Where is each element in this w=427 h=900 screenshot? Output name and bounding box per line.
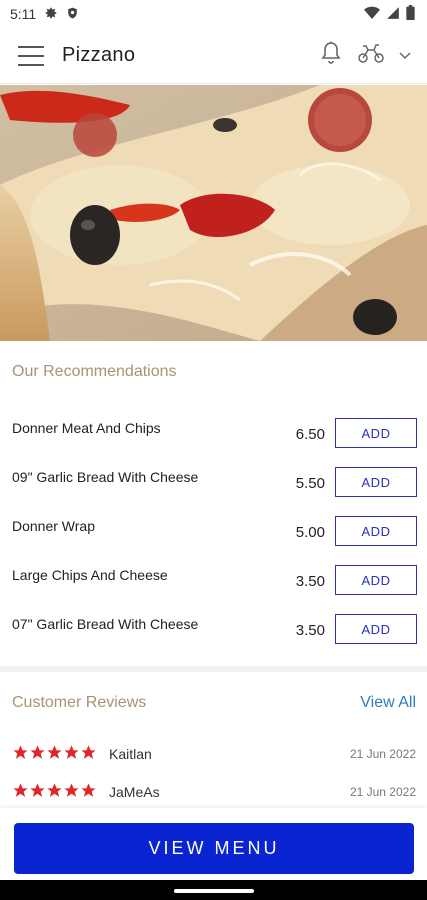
bell-icon[interactable]	[319, 40, 343, 71]
reviews-title: Customer Reviews	[12, 694, 147, 711]
list-item: Donner Wrap 5.00 ADD	[0, 510, 427, 554]
item-name: Donner Wrap	[12, 518, 96, 534]
status-bar: 5:11	[0, 0, 427, 28]
home-indicator[interactable]	[174, 889, 254, 893]
review-row: Kaitlan 21 Jun 2022	[0, 744, 427, 770]
view-all-link[interactable]: View All	[360, 694, 416, 712]
wifi-icon	[364, 6, 380, 23]
add-button[interactable]: ADD	[335, 516, 417, 546]
battery-icon	[406, 5, 415, 23]
app-title: Pizzano	[62, 44, 136, 66]
list-item: 07" Garlic Bread With Cheese 3.50 ADD	[0, 608, 427, 652]
menu-icon[interactable]	[18, 45, 44, 66]
list-item: Large Chips And Cheese 3.50 ADD	[0, 559, 427, 603]
item-price: 3.50	[295, 573, 325, 590]
item-name: 07" Garlic Bread With Cheese	[12, 616, 199, 632]
item-price: 5.50	[295, 475, 325, 492]
star-icon	[47, 783, 62, 797]
reviewer-name: JaMeAs	[109, 784, 160, 800]
signal-icon	[386, 6, 400, 23]
add-button[interactable]: ADD	[335, 467, 417, 497]
item-price: 6.50	[295, 426, 325, 443]
star-rating	[12, 782, 97, 799]
review-row: JaMeAs 21 Jun 2022	[0, 782, 427, 808]
item-price: 3.50	[295, 622, 325, 639]
star-rating	[12, 744, 97, 761]
status-time: 5:11	[10, 6, 37, 22]
view-menu-button[interactable]: VIEW MENU	[14, 823, 414, 874]
star-icon	[64, 783, 79, 797]
review-date: 21 Jun 2022	[349, 785, 416, 799]
gear-icon	[44, 6, 58, 23]
shield-icon	[66, 6, 79, 23]
bottom-bar: VIEW MENU	[0, 808, 427, 880]
star-icon	[64, 745, 79, 759]
star-icon	[81, 783, 96, 797]
star-icon	[81, 745, 96, 759]
add-button[interactable]: ADD	[335, 418, 417, 448]
review-date: 21 Jun 2022	[349, 747, 416, 761]
star-icon	[13, 745, 28, 759]
reviewer-name: Kaitlan	[109, 746, 152, 762]
item-name: 09" Garlic Bread With Cheese	[12, 469, 199, 485]
list-item: Donner Meat And Chips 6.50 ADD	[0, 412, 427, 456]
star-icon	[30, 745, 45, 759]
app-bar: Pizzano	[0, 28, 427, 84]
item-price: 5.00	[295, 524, 325, 541]
star-icon	[30, 783, 45, 797]
hero-pizza-image	[0, 85, 427, 341]
scooter-icon[interactable]	[357, 42, 385, 69]
reviews-section: Customer Reviews View All Kaitlan 21 Jun…	[0, 672, 427, 807]
add-button[interactable]: ADD	[335, 614, 417, 644]
item-name: Large Chips And Cheese	[12, 567, 168, 583]
recommendations-title: Our Recommendations	[12, 363, 177, 380]
chevron-down-icon[interactable]	[399, 47, 411, 65]
item-name: Donner Meat And Chips	[12, 420, 161, 436]
star-icon	[13, 783, 28, 797]
list-item: 09" Garlic Bread With Cheese 5.50 ADD	[0, 461, 427, 505]
star-icon	[47, 745, 62, 759]
system-nav-bar	[0, 880, 427, 900]
add-button[interactable]: ADD	[335, 565, 417, 595]
